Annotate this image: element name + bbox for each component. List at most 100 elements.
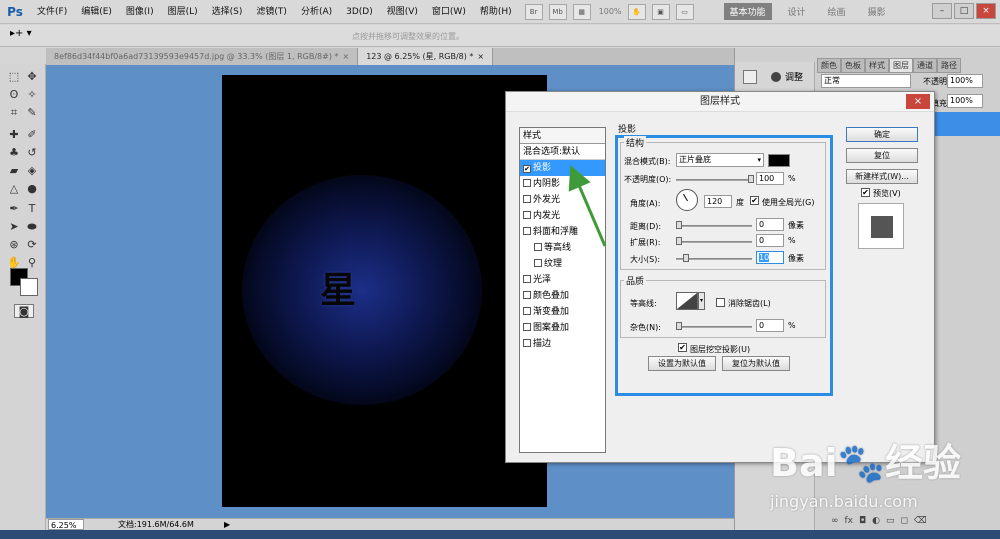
style-checkbox[interactable]	[523, 275, 531, 283]
crop-tool-icon[interactable]: ⌗	[6, 106, 22, 120]
make-default-button[interactable]: 设置为默认值	[648, 356, 716, 371]
panel-tab[interactable]: 图层	[889, 58, 913, 73]
maximize-button[interactable]: □	[954, 3, 974, 19]
slider-thumb[interactable]	[748, 175, 754, 183]
menu-item[interactable]: 帮助(H)	[473, 0, 519, 24]
eraser-tool-icon[interactable]: ▰	[6, 164, 22, 178]
menu-item[interactable]: 文件(F)	[30, 0, 74, 24]
distance-input[interactable]: 0	[756, 218, 784, 231]
workspace-button[interactable]: 绘画	[822, 3, 852, 20]
slider-thumb[interactable]	[676, 221, 682, 229]
dialog-close-button[interactable]: ×	[906, 94, 930, 109]
blur-tool-icon[interactable]: △	[6, 182, 22, 196]
distance-slider[interactable]	[676, 221, 752, 229]
blend-mode-select[interactable]: 正片叠底 ▾	[676, 153, 764, 167]
menu-item[interactable]: 图像(I)	[119, 0, 161, 24]
knockout-checkbox[interactable]: ✔	[678, 343, 687, 352]
size-slider[interactable]	[676, 254, 752, 262]
menu-item[interactable]: 选择(S)	[205, 0, 250, 24]
panel-tab[interactable]: 路径	[937, 58, 961, 73]
style-row[interactable]: 外发光	[520, 192, 605, 208]
reset-default-button[interactable]: 复位为默认值	[722, 356, 790, 371]
view-extras-icon[interactable]: ▦	[572, 3, 591, 20]
opacity-slider[interactable]	[676, 175, 754, 183]
reset-button[interactable]: 复位	[846, 148, 918, 163]
style-checkbox[interactable]: ✔	[523, 165, 531, 173]
document-tab-123[interactable]: 123 @ 6.25% (星, RGB/8) * ×	[358, 48, 494, 65]
type-tool-icon[interactable]: T	[24, 202, 40, 216]
panel-tab[interactable]: 颜色	[817, 58, 841, 73]
ok-button[interactable]: 确定	[846, 127, 918, 142]
layer-blend-mode-select[interactable]: 正常	[821, 74, 911, 88]
path-select-icon[interactable]: ➤	[6, 220, 22, 234]
layer-fill-input[interactable]: 100%	[947, 94, 983, 108]
adjustments-label[interactable]: 调整	[785, 70, 803, 83]
screen-mode-icon[interactable]: ▭	[675, 3, 694, 20]
menu-item[interactable]: 图层(L)	[161, 0, 205, 24]
status-zoom-field[interactable]: 6.25%	[48, 519, 84, 530]
3d-rotate-icon[interactable]: ⊛	[6, 238, 22, 252]
spread-input[interactable]: 0	[756, 234, 784, 247]
paint-bucket-icon[interactable]: ◈	[24, 164, 40, 178]
panel-tab[interactable]: 样式	[865, 58, 889, 73]
style-checkbox[interactable]	[523, 323, 531, 331]
workspace-button[interactable]: 设计	[782, 3, 812, 20]
angle-input[interactable]: 120	[704, 195, 732, 208]
panel-tab[interactable]: 色板	[841, 58, 865, 73]
arrange-documents-icon[interactable]: ▣	[651, 3, 670, 20]
style-row[interactable]: 纹理	[520, 256, 605, 272]
menu-item[interactable]: 视图(V)	[380, 0, 425, 24]
size-input[interactable]: 10	[756, 251, 784, 264]
layer-opacity-input[interactable]: 100%	[947, 74, 983, 88]
marquee-tool-icon[interactable]: ⬚	[6, 70, 22, 84]
healing-brush-icon[interactable]: ✚	[6, 128, 22, 142]
panel-tab[interactable]: 通道	[913, 58, 937, 73]
eyedropper-tool-icon[interactable]: ✎	[24, 106, 40, 120]
menu-item[interactable]: 3D(D)	[339, 0, 380, 24]
lasso-tool-icon[interactable]: ʘ	[6, 88, 22, 102]
style-row[interactable]: 渐变叠加	[520, 304, 605, 320]
style-row[interactable]: 内发光	[520, 208, 605, 224]
move-tool-preset[interactable]: ▸+ ▾	[10, 28, 32, 39]
quick-select-tool-icon[interactable]: ✧	[24, 88, 40, 102]
new-style-button[interactable]: 新建样式(W)...	[846, 169, 918, 184]
style-checkbox[interactable]	[534, 243, 542, 251]
menu-item[interactable]: 编辑(E)	[74, 0, 119, 24]
panel-history-icon[interactable]	[743, 70, 757, 84]
document-tab-jpg[interactable]: 8ef86d34f44bf0a6ad73139593e9457d.jpg @ 3…	[46, 48, 359, 65]
workspace-button[interactable]: 摄影	[862, 3, 892, 20]
menu-item[interactable]: 窗口(W)	[425, 0, 473, 24]
style-row[interactable]: 斜面和浮雕	[520, 224, 605, 240]
clone-stamp-icon[interactable]: ♣	[6, 146, 22, 160]
style-checkbox[interactable]	[523, 307, 531, 315]
style-row[interactable]: ✔ 投影	[520, 160, 605, 176]
opacity-input[interactable]: 100	[756, 172, 784, 185]
style-row[interactable]: 光泽	[520, 272, 605, 288]
style-row[interactable]: 描边	[520, 336, 605, 352]
style-checkbox[interactable]	[523, 227, 531, 235]
move-tool-icon[interactable]: ✥	[24, 70, 40, 84]
close-tab-icon[interactable]: ×	[477, 52, 484, 61]
global-light-checkbox[interactable]: ✔	[750, 196, 759, 205]
bridge-icon[interactable]: Br	[524, 3, 543, 20]
shadow-color-swatch[interactable]	[768, 154, 790, 167]
menu-item[interactable]: 分析(A)	[294, 0, 339, 24]
style-checkbox[interactable]	[534, 259, 542, 267]
style-checkbox[interactable]	[523, 179, 531, 187]
spread-slider[interactable]	[676, 237, 752, 245]
slider-thumb[interactable]	[676, 237, 682, 245]
slider-thumb[interactable]	[676, 322, 682, 330]
angle-dial[interactable]	[676, 189, 698, 211]
shape-tool-icon[interactable]: ⬬	[24, 220, 40, 234]
style-checkbox[interactable]	[523, 211, 531, 219]
contour-picker[interactable]	[676, 292, 698, 310]
style-row[interactable]: 图案叠加	[520, 320, 605, 336]
brush-tool-icon[interactable]: ✐	[24, 128, 40, 142]
slider-thumb[interactable]	[683, 254, 689, 262]
contour-dropdown[interactable]: ▾	[698, 292, 705, 310]
3d-orbit-icon[interactable]: ⟳	[24, 238, 40, 252]
close-tab-icon[interactable]: ×	[343, 52, 350, 61]
anti-alias-checkbox[interactable]	[716, 298, 725, 307]
document-canvas[interactable]: 星	[222, 75, 547, 507]
adjustment-icon[interactable]	[771, 72, 781, 82]
